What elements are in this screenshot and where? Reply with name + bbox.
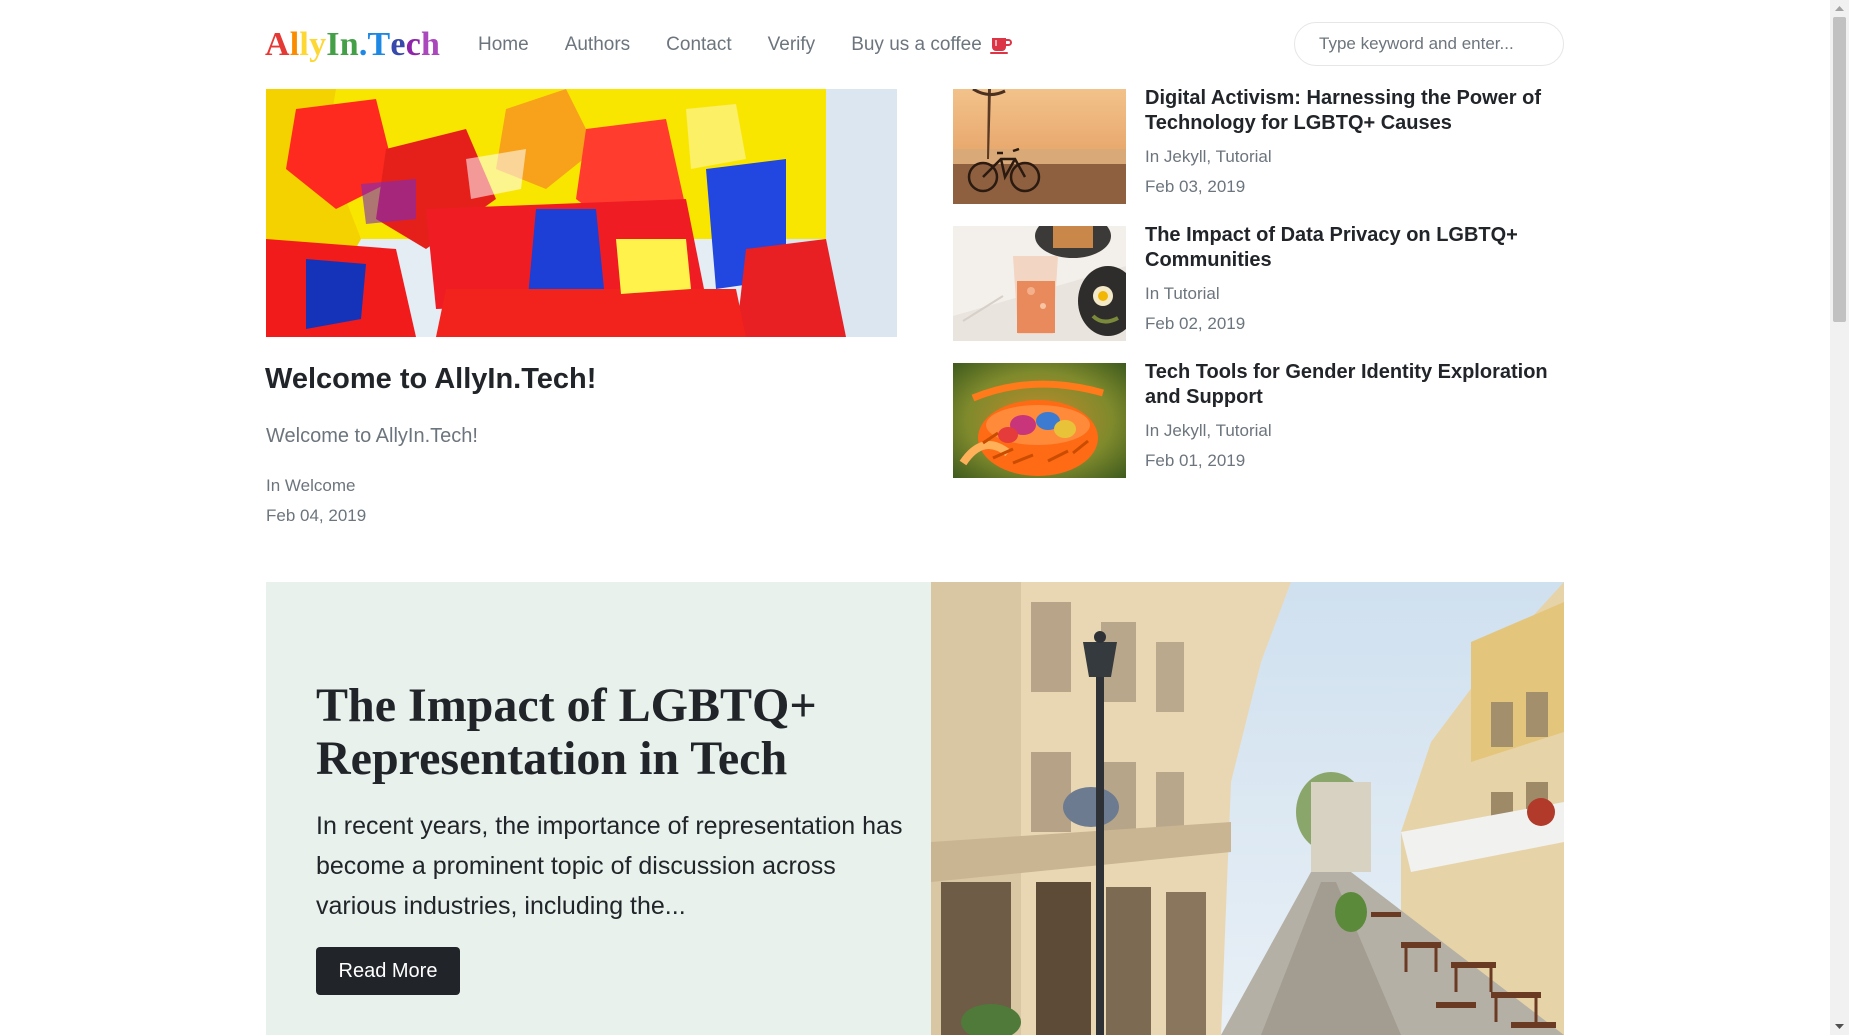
abstract-paint-image[interactable] [266, 89, 897, 337]
logo-letter: n [339, 26, 359, 63]
search-input[interactable] [1294, 22, 1564, 66]
logo-letter: h [421, 26, 441, 63]
featured-post-date: Feb 04, 2019 [266, 506, 367, 525]
easter-basket-image[interactable] [953, 363, 1126, 478]
side-post-category: In Jekyll, Tutorial [1145, 419, 1272, 443]
logo-letter: l [289, 26, 300, 63]
side-post: Digital Activism: Harnessing the Power o… [953, 86, 1565, 207]
nav-authors[interactable]: Authors [565, 31, 630, 59]
nav-buy-coffee[interactable]: Buy us a coffee [851, 31, 1013, 59]
logo-letter: T [367, 26, 391, 63]
side-post-title[interactable]: Tech Tools for Gender Identity Explorati… [1145, 360, 1565, 410]
category-link-tutorial[interactable]: Tutorial [1216, 421, 1272, 440]
scrollbar-thumb[interactable] [1833, 17, 1846, 322]
category-link-jekyll[interactable]: Jekyll [1164, 147, 1207, 166]
hero-excerpt: In recent years, the importance of repre… [316, 812, 903, 920]
category-prefix: In [1145, 147, 1164, 166]
nav-verify[interactable]: Verify [768, 31, 816, 59]
bicycle-beach-image[interactable] [953, 89, 1126, 204]
category-link-welcome[interactable]: Welcome [285, 476, 356, 495]
hero-text-panel: The Impact of LGBTQ+ Representation in T… [266, 582, 931, 1035]
category-link-jekyll[interactable]: Jekyll [1164, 421, 1207, 440]
nav-contact[interactable]: Contact [666, 31, 731, 59]
category-link-tutorial[interactable]: Tutorial [1216, 147, 1272, 166]
side-post: Tech Tools for Gender Identity Explorati… [953, 360, 1565, 481]
category-separator: , [1206, 147, 1216, 166]
category-prefix: In [1145, 284, 1164, 303]
hero-post: The Impact of LGBTQ+ Representation in T… [266, 582, 1564, 1035]
table-drinks-image[interactable] [953, 226, 1126, 341]
side-post-date: Feb 03, 2019 [1145, 177, 1246, 196]
side-post-category: In Jekyll, Tutorial [1145, 145, 1272, 169]
nav-buy-coffee-label: Buy us a coffee [851, 34, 982, 55]
category-separator: , [1206, 421, 1216, 440]
logo-letter: c [405, 26, 422, 63]
logo-letter: A [265, 26, 290, 63]
main-nav: Home Authors Contact Verify Buy us a cof… [478, 31, 1013, 59]
category-prefix: In [266, 476, 285, 495]
side-post-date: Feb 02, 2019 [1145, 314, 1246, 333]
logo-letter: I [326, 26, 340, 63]
side-post-title[interactable]: The Impact of Data Privacy on LGBTQ+ Com… [1145, 223, 1565, 273]
site-header: AllyIn.Tech Home Authors Contact Verify … [0, 0, 1830, 88]
hero-title[interactable]: The Impact of LGBTQ+ Representation in T… [316, 679, 896, 785]
side-post: The Impact of Data Privacy on LGBTQ+ Com… [953, 223, 1565, 344]
featured-post-excerpt: Welcome to AllyIn.Tech! [266, 425, 478, 447]
read-more-button[interactable]: Read More [316, 947, 460, 995]
nav-home[interactable]: Home [478, 31, 529, 59]
side-post-title[interactable]: Digital Activism: Harnessing the Power o… [1145, 86, 1565, 136]
logo-letter: . [358, 26, 368, 63]
logo-letter: l [299, 26, 310, 63]
side-post-category: In Tutorial [1145, 282, 1220, 306]
category-prefix: In [1145, 421, 1164, 440]
site-logo[interactable]: AllyIn.Tech [265, 23, 440, 67]
page-scrollbar[interactable] [1830, 0, 1849, 1035]
featured-post-title[interactable]: Welcome to AllyIn.Tech! [265, 357, 596, 401]
featured-post-category: In Welcome [266, 474, 355, 498]
scroll-up-arrow-icon[interactable] [1830, 0, 1849, 17]
logo-letter: e [390, 26, 406, 63]
side-post-date: Feb 01, 2019 [1145, 451, 1246, 470]
category-link-tutorial[interactable]: Tutorial [1164, 284, 1220, 303]
coffee-cup-icon [989, 35, 1013, 55]
scroll-down-arrow-icon[interactable] [1830, 1018, 1849, 1035]
logo-letter: y [309, 26, 327, 63]
old-town-street-image[interactable] [931, 582, 1564, 1035]
